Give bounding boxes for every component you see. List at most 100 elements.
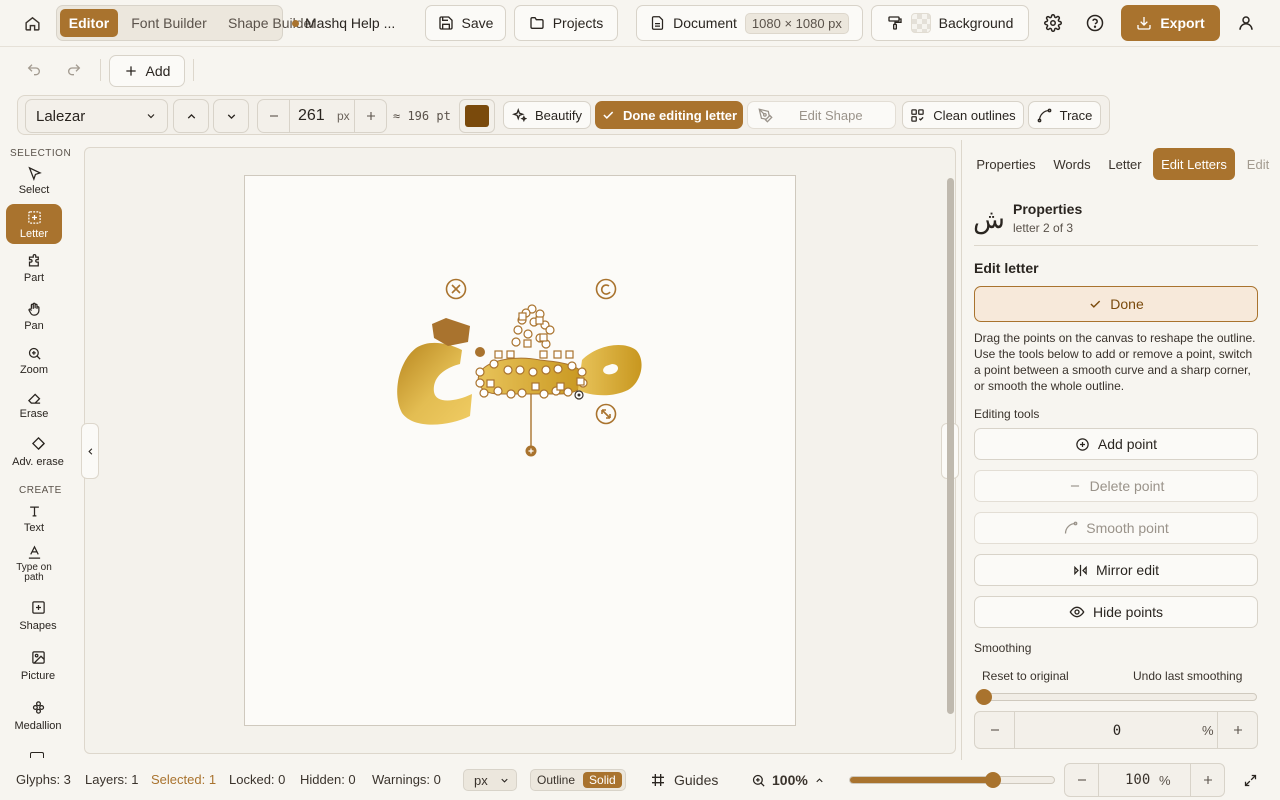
outline-mode-option[interactable]: Outline bbox=[533, 773, 579, 787]
rotate-handle-icon[interactable] bbox=[595, 278, 617, 300]
tool-letter[interactable]: Letter bbox=[6, 204, 62, 244]
tool-part[interactable]: Part bbox=[6, 254, 62, 284]
chevron-down-icon bbox=[499, 775, 510, 786]
font-select[interactable]: Lalezar bbox=[25, 99, 168, 133]
resize-handle-icon[interactable] bbox=[595, 403, 617, 425]
fullscreen-button[interactable] bbox=[1238, 769, 1262, 791]
edit-letter-description: Drag the points on the canvas to reshape… bbox=[974, 331, 1256, 393]
mode-switcher: Editor Font Builder Shape Builder bbox=[56, 5, 316, 41]
home-icon bbox=[24, 15, 41, 32]
tab-words[interactable]: Words bbox=[1050, 148, 1094, 180]
tab-editor[interactable]: Editor bbox=[60, 9, 118, 37]
font-size-value[interactable]: 261 bbox=[298, 107, 325, 125]
tool-advanced-erase[interactable]: Adv. erase bbox=[4, 436, 72, 472]
gear-icon bbox=[1044, 14, 1062, 32]
solid-mode-option[interactable]: Solid bbox=[583, 772, 622, 788]
account-button[interactable] bbox=[1233, 10, 1259, 36]
download-icon bbox=[1136, 15, 1152, 31]
zoom-slider-knob[interactable] bbox=[984, 772, 1001, 788]
zoom-slider[interactable] bbox=[849, 772, 1055, 788]
reset-original-link[interactable]: Reset to original bbox=[982, 669, 1069, 683]
zoom-stepper[interactable]: 100 % bbox=[1064, 763, 1225, 797]
tool-type-on-path[interactable]: Type on path bbox=[6, 545, 62, 585]
panel-subtitle: letter 2 of 3 bbox=[1013, 221, 1074, 235]
done-editing-letter-button[interactable]: Done editing letter bbox=[595, 101, 743, 129]
letter-qaf[interactable] bbox=[397, 342, 472, 425]
clean-outlines-button[interactable]: Clean outlines bbox=[902, 101, 1024, 129]
beautify-button[interactable]: Beautify bbox=[503, 101, 591, 129]
mirror-edit-button[interactable]: Mirror edit bbox=[974, 554, 1258, 586]
decrease-size-button[interactable] bbox=[258, 100, 290, 132]
add-point-button[interactable]: Add point bbox=[974, 428, 1258, 460]
smoothing-slider[interactable] bbox=[975, 689, 1257, 705]
increase-smoothing-button[interactable] bbox=[1217, 712, 1257, 748]
tool-select[interactable]: Select bbox=[6, 166, 62, 196]
projects-button[interactable]: Projects bbox=[514, 5, 618, 41]
canvas-scrollbar[interactable] bbox=[947, 178, 954, 714]
add-button[interactable]: Add bbox=[109, 55, 185, 87]
tool-picture[interactable]: Picture bbox=[6, 650, 70, 682]
undo-smoothing-link[interactable]: Undo last smoothing bbox=[1133, 669, 1242, 683]
smooth-point-button[interactable]: Smooth point bbox=[974, 512, 1258, 544]
mirror-icon bbox=[1073, 563, 1088, 578]
dots-cluster[interactable] bbox=[511, 304, 555, 349]
panel-title: Properties bbox=[1013, 201, 1083, 217]
smoothing-heading: Smoothing bbox=[974, 641, 1032, 655]
collapse-left-panel-button[interactable] bbox=[81, 423, 99, 479]
tool-medallion[interactable]: Medallion bbox=[6, 700, 70, 732]
previous-font-button[interactable] bbox=[173, 99, 209, 133]
tab-edit-letters[interactable]: Edit Letters bbox=[1153, 148, 1235, 180]
unit-select[interactable]: px bbox=[463, 769, 517, 791]
smoothing-stepper[interactable]: 0 % bbox=[974, 711, 1258, 749]
medallion-icon bbox=[31, 700, 46, 715]
letter-sad[interactable] bbox=[578, 345, 642, 396]
user-icon bbox=[1237, 14, 1255, 32]
close-handle-icon[interactable] bbox=[445, 278, 467, 300]
done-button[interactable]: Done bbox=[974, 286, 1258, 322]
tool-zoom[interactable]: Zoom bbox=[6, 346, 62, 376]
expand-icon bbox=[1243, 773, 1258, 788]
font-size-unit: px bbox=[337, 109, 350, 123]
zoom-in-button[interactable] bbox=[1190, 764, 1224, 796]
increase-size-button[interactable] bbox=[354, 100, 386, 132]
smoothing-slider-knob[interactable] bbox=[976, 689, 992, 705]
tool-erase[interactable]: Erase bbox=[6, 390, 62, 420]
tab-letter[interactable]: Letter bbox=[1102, 148, 1148, 180]
trace-curve-icon bbox=[1037, 108, 1052, 123]
more-tools-icon bbox=[30, 752, 44, 758]
hide-points-button[interactable]: Hide points bbox=[974, 596, 1258, 628]
anchor-dot bbox=[475, 347, 485, 357]
document-button[interactable]: Document 1080 × 1080 px bbox=[636, 5, 863, 41]
help-button[interactable] bbox=[1082, 10, 1108, 36]
help-link[interactable]: Mashq Help ... bbox=[292, 14, 416, 32]
home-button[interactable] bbox=[18, 10, 46, 36]
background-button[interactable]: Background bbox=[871, 5, 1029, 41]
toolbar-divider bbox=[100, 59, 101, 81]
tab-edit[interactable]: Edit bbox=[1241, 148, 1275, 180]
export-button[interactable]: Export bbox=[1121, 5, 1220, 41]
delete-point-button[interactable]: Delete point bbox=[974, 470, 1258, 502]
font-size-stepper[interactable]: 261 px bbox=[257, 99, 387, 133]
color-swatch[interactable] bbox=[459, 99, 495, 133]
redo-button[interactable] bbox=[62, 59, 86, 81]
tool-shapes[interactable]: Shapes bbox=[6, 600, 70, 632]
edit-shape-button[interactable]: Edit Shape bbox=[747, 101, 896, 129]
settings-button[interactable] bbox=[1040, 10, 1066, 36]
tool-text[interactable]: Text bbox=[6, 504, 62, 534]
zoom-out-button[interactable] bbox=[1065, 764, 1099, 796]
zoom-menu[interactable]: 100% bbox=[751, 769, 825, 791]
hidden-count: Hidden: 0 bbox=[300, 772, 356, 787]
calligraphy-artwork[interactable] bbox=[380, 270, 660, 465]
top-bar: Editor Font Builder Shape Builder Mashq … bbox=[0, 0, 1280, 46]
guides-button[interactable]: Guides bbox=[650, 769, 718, 791]
next-font-button[interactable] bbox=[213, 99, 249, 133]
chevron-down-icon bbox=[145, 110, 157, 122]
tab-properties[interactable]: Properties bbox=[970, 148, 1042, 180]
view-mode-toggle[interactable]: Outline Solid bbox=[530, 769, 626, 791]
trace-button[interactable]: Trace bbox=[1028, 101, 1101, 129]
undo-button[interactable] bbox=[22, 59, 46, 81]
save-button[interactable]: Save bbox=[425, 5, 506, 41]
tab-font-builder[interactable]: Font Builder bbox=[121, 9, 217, 37]
zoom-value[interactable]: 100 bbox=[1125, 772, 1150, 788]
tool-pan[interactable]: Pan bbox=[6, 302, 62, 332]
